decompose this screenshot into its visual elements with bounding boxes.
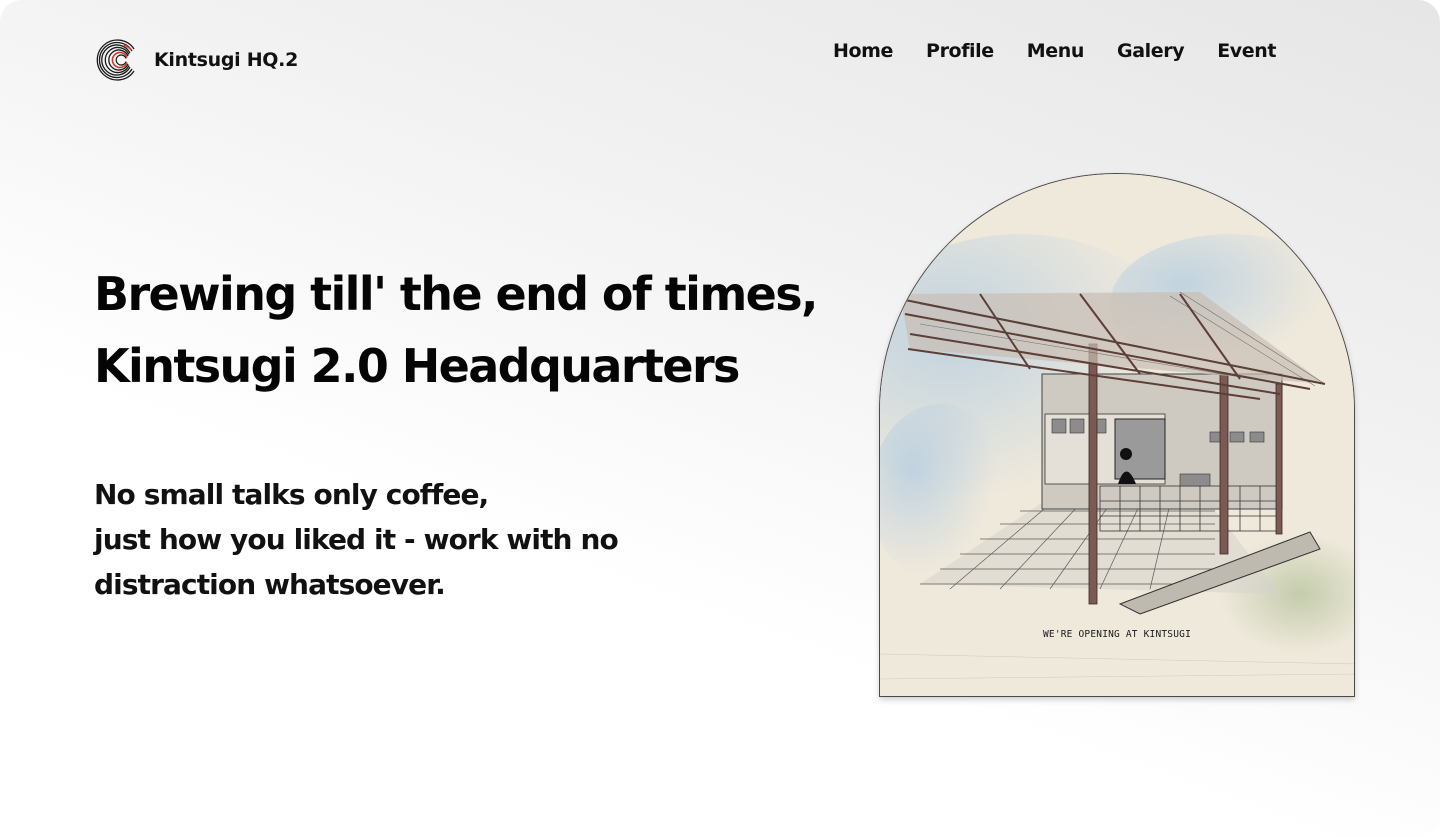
nav-menu[interactable]: Menu	[1027, 40, 1085, 62]
illustration-caption: WE'RE OPENING AT KINTSUGI	[1043, 629, 1191, 640]
nav-home[interactable]: Home	[833, 40, 893, 62]
hero-title-line-2: Kintsugi 2.0 Headquarters	[94, 339, 740, 393]
nav-event[interactable]: Event	[1217, 40, 1276, 62]
brand-logo[interactable]: Kintsugi HQ.2	[94, 37, 298, 83]
page: Kintsugi HQ.2 Home Profile Menu Galery E…	[0, 0, 1440, 837]
nav-galery[interactable]: Galery	[1117, 40, 1185, 62]
nav-profile[interactable]: Profile	[926, 40, 994, 62]
hero-subtitle-line-3: distraction whatsoever.	[94, 568, 446, 601]
concentric-arc-logo-icon	[96, 39, 135, 81]
cafe-illustration: WE'RE OPENING AT KINTSUGI	[879, 173, 1355, 697]
hero-subtitle-line-1: No small talks only coffee,	[94, 478, 489, 511]
cafe-sketch-image	[880, 174, 1354, 696]
hero-subtitle: No small talks only coffee, just how you…	[94, 472, 694, 607]
hero-title: Brewing till' the end of times, Kintsugi…	[94, 258, 819, 402]
brand-name: Kintsugi HQ.2	[154, 49, 298, 71]
hero-title-line-1: Brewing till' the end of times,	[94, 267, 819, 321]
main-nav: Home Profile Menu Galery Event	[833, 40, 1309, 62]
hero-subtitle-line-2: just how you liked it - work with no	[94, 523, 619, 556]
